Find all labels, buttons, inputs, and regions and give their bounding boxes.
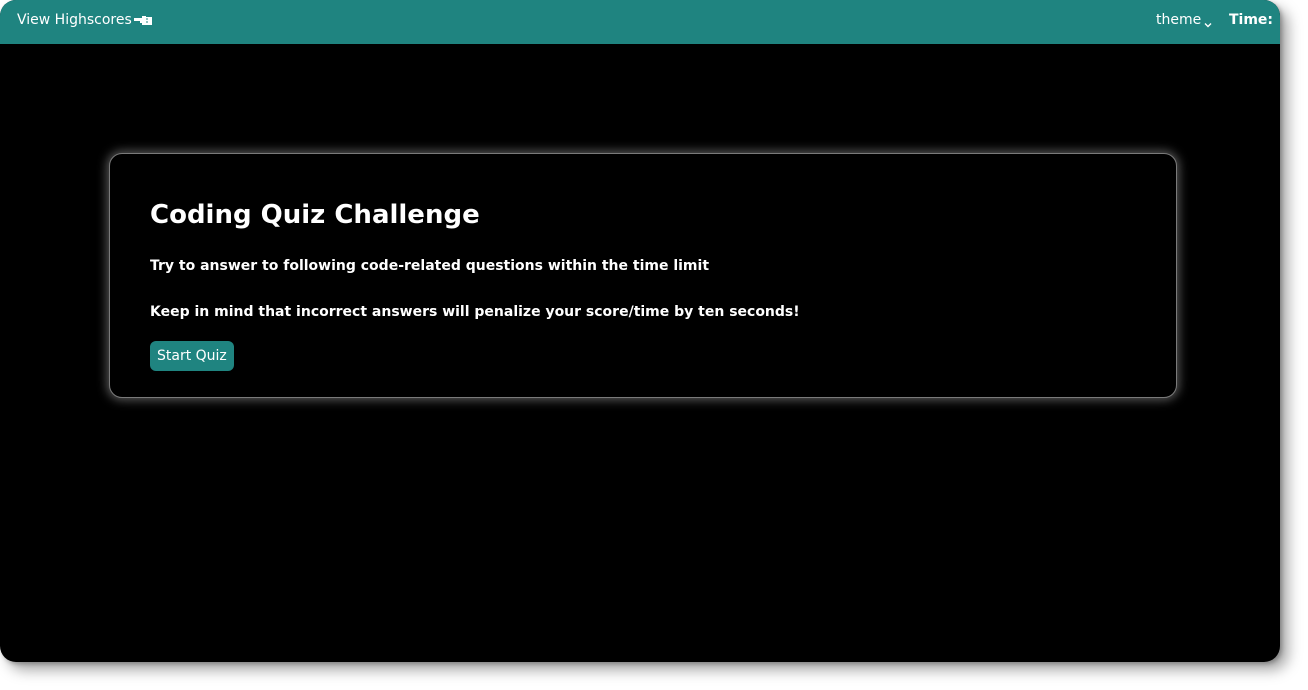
theme-dropdown[interactable]: theme [1156, 11, 1212, 29]
view-highscores-label: View Highscores [17, 12, 132, 28]
quiz-warning: Keep in mind that incorrect answers will… [150, 304, 800, 320]
view-highscores-link[interactable]: View Highscores [17, 11, 153, 29]
quiz-instruction: Try to answer to following code-related … [150, 258, 710, 274]
time-label: Time: [1229, 12, 1274, 28]
quiz-intro-card: Coding Quiz Challenge Try to answer to f… [109, 153, 1177, 398]
start-quiz-button[interactable]: Start Quiz [150, 341, 234, 371]
top-bar: View Highscores theme Time: [0, 0, 1280, 44]
theme-label: theme [1156, 12, 1202, 28]
chevron-down-icon [1204, 16, 1212, 28]
quiz-title: Coding Quiz Challenge [150, 200, 480, 230]
app-window: View Highscores theme Time: Coding Quiz … [0, 0, 1280, 662]
pointing-hand-icon [133, 13, 153, 27]
